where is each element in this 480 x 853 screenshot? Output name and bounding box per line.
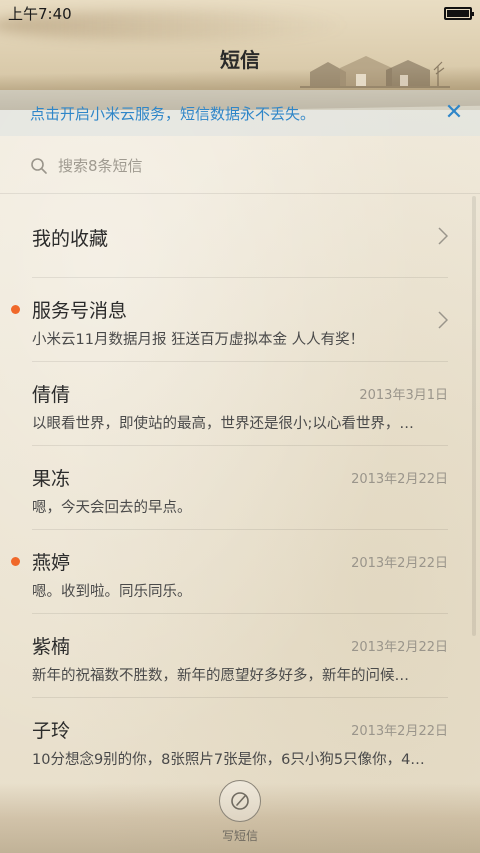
conversation-list: 我的收藏 服务号消息 小米云11月数据月报 狂送百万虚拟本金 人人有奖！ 倩倩 …: [0, 194, 480, 782]
conversation-name: 燕婷: [32, 552, 71, 574]
conversation-date: 2013年2月22日: [351, 556, 448, 571]
status-time: 上午7:40: [8, 4, 72, 23]
list-item-service-messages[interactable]: 服务号消息 小米云11月数据月报 狂送百万虚拟本金 人人有奖！: [11, 278, 448, 362]
list-item[interactable]: 燕婷 2013年2月22日 嗯。收到啦。同乐同乐。: [11, 530, 448, 614]
chevron-right-icon: [438, 311, 448, 329]
conversation-name: 我的收藏: [32, 228, 109, 250]
banner-text[interactable]: 点击开启小米云服务，短信数据永不丢失。: [30, 103, 315, 124]
conversation-preview: 嗯，今天会回去的早点。: [32, 500, 192, 516]
compose-icon: [231, 792, 249, 810]
page-title: 短信: [220, 48, 260, 72]
conversation-preview: 以眼看世界，即使站的最高，世界还是很小;以心看世界，…: [32, 416, 414, 432]
compose-label[interactable]: 写短信: [0, 827, 480, 844]
conversation-date: 2013年3月1日: [359, 388, 448, 403]
list-item[interactable]: 紫楠 2013年2月22日 新年的祝福数不胜数，新年的愿望好多好多，新年的问候…: [32, 614, 448, 698]
list-item[interactable]: 子玲 2013年2月22日 10分想念9别的你，8张照片7张是你，6只小狗5只像…: [32, 698, 448, 782]
search-bar[interactable]: [0, 138, 480, 194]
conversation-name: 子玲: [32, 720, 71, 742]
conversation-date: 2013年2月22日: [351, 640, 448, 655]
chevron-right-icon: [438, 227, 448, 245]
conversation-date: 2013年2月22日: [351, 472, 448, 487]
list-item-favorites[interactable]: 我的收藏: [32, 194, 448, 278]
scrollbar[interactable]: [472, 196, 476, 636]
list-item[interactable]: 果冻 2013年2月22日 嗯，今天会回去的早点。: [32, 446, 448, 530]
unread-dot: [11, 557, 20, 566]
cloud-service-banner[interactable]: 点击开启小米云服务，短信数据永不丢失。 ✕: [0, 90, 480, 136]
conversation-name: 服务号消息: [32, 300, 128, 322]
conversation-date: 2013年2月22日: [351, 724, 448, 739]
conversation-name: 果冻: [32, 468, 71, 490]
close-icon[interactable]: ✕: [442, 101, 466, 125]
battery-icon: [444, 6, 474, 20]
unread-dot: [11, 305, 20, 314]
list-item[interactable]: 倩倩 2013年3月1日 以眼看世界，即使站的最高，世界还是很小;以心看世界，…: [32, 362, 448, 446]
conversation-preview: 10分想念9别的你，8张照片7张是你，6只小狗5只像你，4…: [32, 752, 425, 768]
search-input[interactable]: [58, 156, 358, 175]
status-bar: 上午7:40: [0, 0, 480, 26]
conversation-name: 倩倩: [32, 384, 71, 406]
conversation-preview: 小米云11月数据月报 狂送百万虚拟本金 人人有奖！: [32, 332, 365, 348]
conversation-name: 紫楠: [32, 636, 71, 658]
search-icon: [31, 157, 47, 174]
conversation-preview: 新年的祝福数不胜数，新年的愿望好多好多，新年的问候…: [32, 668, 409, 684]
compose-button[interactable]: [219, 780, 261, 822]
conversation-preview: 嗯。收到啦。同乐同乐。: [32, 584, 192, 600]
